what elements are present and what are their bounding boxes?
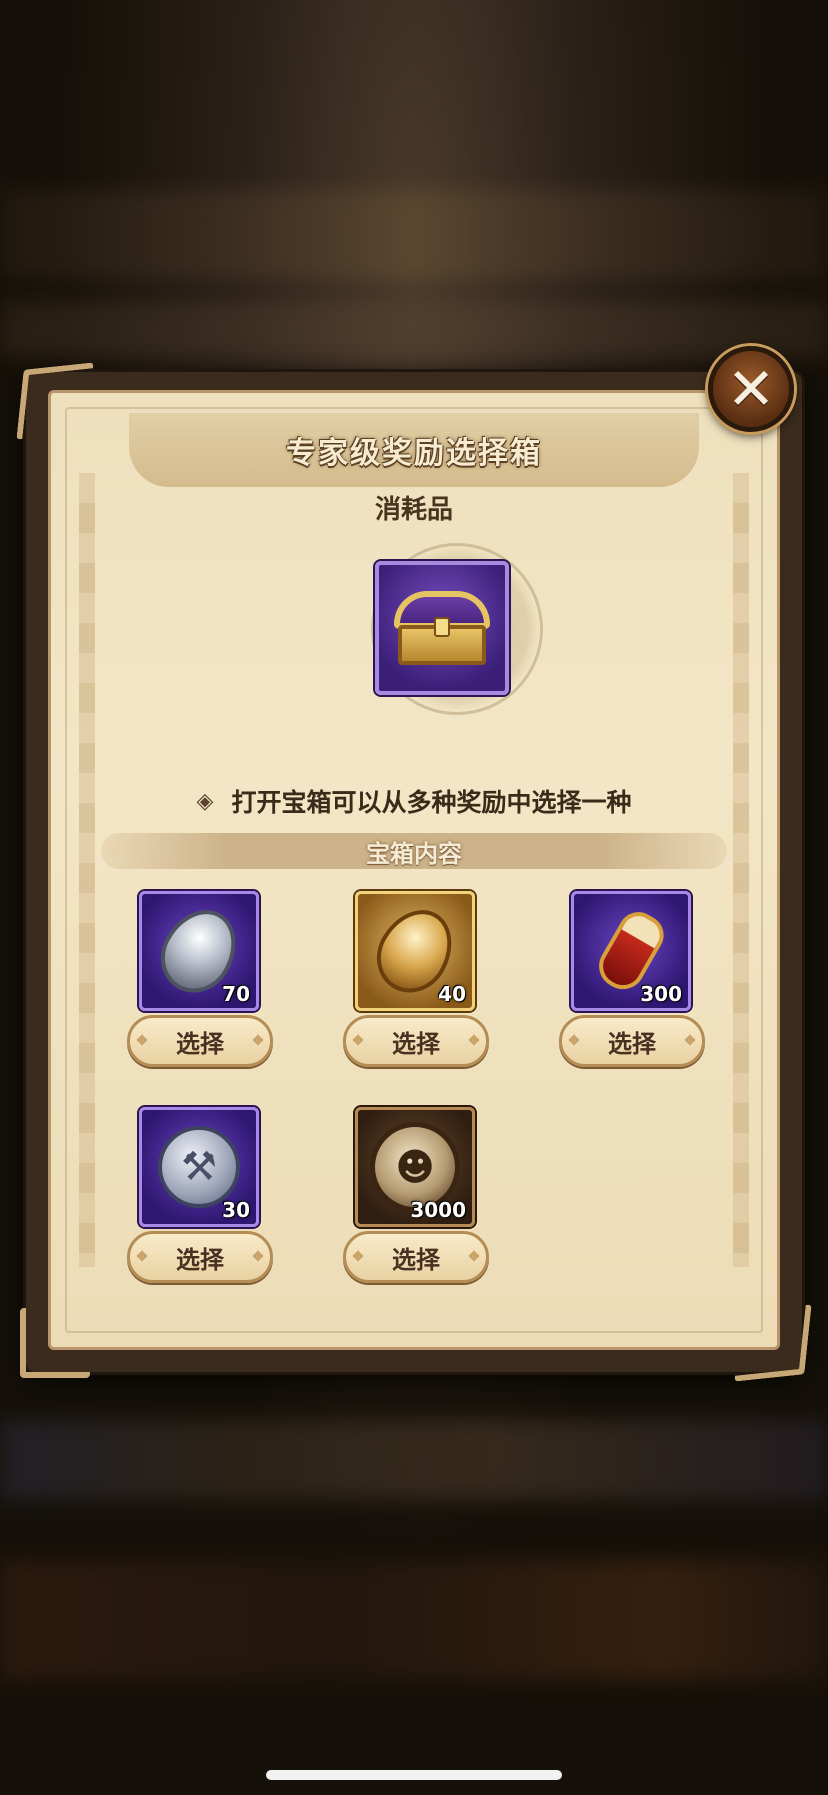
- item-quantity: 3000: [410, 1198, 466, 1222]
- dialog-content-area: 专家级奖励选择箱 消耗品 ◈ 打开宝箱可以从多种奖励中选择一种 宝箱内容 70: [48, 390, 780, 1350]
- home-indicator[interactable]: [266, 1770, 562, 1780]
- reward-chest-dialog: 专家级奖励选择箱 消耗品 ◈ 打开宝箱可以从多种奖励中选择一种 宝箱内容 70: [16, 362, 812, 1382]
- item-quantity: 30: [222, 1198, 250, 1222]
- select-button[interactable]: 选择: [343, 1015, 489, 1067]
- corner-ornament: [16, 362, 94, 440]
- close-icon: ✕: [726, 355, 776, 423]
- corner-ornament: [734, 1304, 812, 1382]
- item-quantity: 300: [640, 982, 682, 1006]
- reward-item-frame[interactable]: 300: [571, 891, 691, 1011]
- select-button[interactable]: 选择: [343, 1231, 489, 1283]
- item-quantity: 70: [222, 982, 250, 1006]
- reward-item-frame[interactable]: ⚒ 30: [139, 1107, 259, 1227]
- reward-item-frame[interactable]: 40: [355, 891, 475, 1011]
- close-button[interactable]: ✕: [708, 346, 794, 432]
- item-quantity: 40: [438, 982, 466, 1006]
- select-button[interactable]: 选择: [127, 1015, 273, 1067]
- reward-item-frame[interactable]: ☻ 3000: [355, 1107, 475, 1227]
- hammer-coin-icon: ⚒: [158, 1126, 240, 1208]
- select-button[interactable]: 选择: [127, 1231, 273, 1283]
- corner-ornament: [20, 1308, 90, 1378]
- select-button[interactable]: 选择: [559, 1015, 705, 1067]
- reward-item-frame[interactable]: 70: [139, 891, 259, 1011]
- reward-grid: 70 选择 40 选择 300 选择 ⚒ 30 选择 ☻ 3000 选择: [51, 393, 777, 1347]
